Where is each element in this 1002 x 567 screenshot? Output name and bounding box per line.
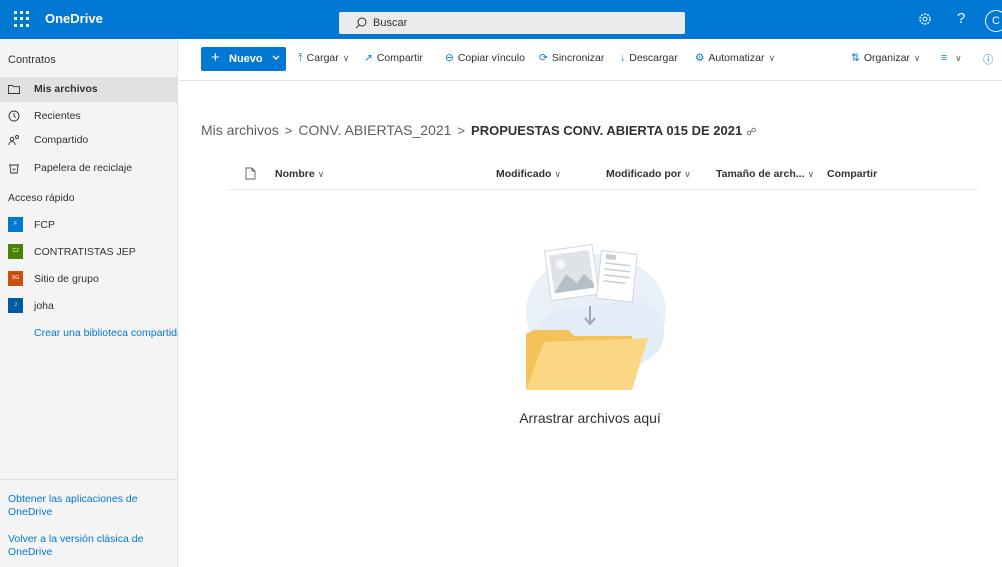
nav-item-my-files[interactable]: Mis archivos: [0, 77, 178, 102]
view-options-button[interactable]: ≡ ∨: [941, 52, 962, 64]
quick-access-item-sitio-grupo[interactable]: SG Sitio de grupo: [0, 268, 178, 290]
site-logo: J: [8, 298, 23, 313]
sync-button[interactable]: ⟳ Sincronizar: [539, 52, 604, 64]
shared-people-icon[interactable]: ☍: [746, 127, 756, 138]
column-header-sharing[interactable]: Compartir: [827, 168, 877, 180]
column-sharing-label: Compartir: [827, 168, 878, 180]
share-label: Compartir: [376, 52, 423, 64]
sync-icon: ⟳: [539, 52, 548, 64]
chevron-right-icon: >: [457, 123, 466, 138]
breadcrumb-item[interactable]: CONV. ABIERTAS_2021: [298, 122, 451, 138]
nav-item-recent[interactable]: Recientes: [0, 104, 178, 129]
info-button[interactable]: ⓘ: [983, 52, 998, 67]
quick-access-item-fcp[interactable]: F FCP: [0, 214, 178, 236]
flow-icon: ⚙: [695, 52, 705, 64]
app-name[interactable]: OneDrive: [45, 11, 103, 26]
nav-item-label: Recientes: [34, 110, 81, 122]
recycle-bin-icon: [9, 164, 19, 174]
command-bar: + Nuevo ⤒ Cargar ∨ ↗ Compartir ⊖ Copiar vínc…: [179, 39, 1002, 81]
nav-title: Contratos: [8, 54, 56, 66]
quick-access-label: joha: [34, 300, 54, 312]
column-size-label: Tamaño de arch...: [716, 168, 805, 180]
nav-item-recycle-bin[interactable]: Papelera de reciclaje: [0, 156, 178, 181]
column-name-label: Nombre: [275, 168, 315, 180]
avatar[interactable]: C: [985, 10, 1002, 32]
quick-access-item-contratistas[interactable]: CJ CONTRATISTAS JEP: [0, 241, 178, 263]
link-icon: ⊖: [445, 52, 454, 64]
breadcrumb-current: PROPUESTAS CONV. ABIERTA 015 DE 2021: [471, 123, 743, 138]
chevron-down-icon: ∨: [768, 53, 776, 63]
quick-access-label: CONTRATISTAS JEP: [34, 246, 136, 258]
copy-link-label: Copiar vínculo: [457, 52, 525, 64]
upload-button[interactable]: ⤒ Cargar ∨: [298, 52, 349, 65]
automate-label: Automatizar: [708, 52, 765, 64]
help-icon[interactable]: ?: [957, 10, 965, 27]
site-logo: SG: [8, 271, 23, 286]
download-icon: ↓: [620, 52, 626, 64]
clock-icon: [8, 110, 20, 122]
info-icon: ⓘ: [983, 54, 994, 66]
chevron-down-icon: ∨: [807, 169, 815, 179]
new-button-label: Nuevo: [229, 53, 263, 65]
column-modified-by-label: Modificado por: [606, 168, 682, 180]
chevron-down-icon: [272, 55, 280, 60]
people-icon: [8, 135, 19, 146]
nav-item-shared[interactable]: Compartido: [0, 128, 178, 153]
share-icon: ↗: [364, 52, 373, 64]
empty-folder-illustration: [526, 243, 666, 390]
gear-icon[interactable]: [918, 12, 932, 26]
share-button[interactable]: ↗ Compartir: [364, 52, 423, 64]
column-header-size[interactable]: Tamaño de arch... ∨: [716, 168, 814, 180]
chevron-right-icon: >: [284, 123, 293, 138]
upload-label: Cargar: [306, 52, 339, 64]
site-logo: CJ: [8, 244, 23, 259]
sort-button[interactable]: ⇅ Organizar ∨: [851, 52, 921, 64]
automate-button[interactable]: ⚙ Automatizar ∨: [695, 52, 775, 64]
view-list-icon: ≡: [941, 52, 948, 64]
copy-link-button[interactable]: ⊖ Copiar vínculo: [445, 52, 525, 64]
chevron-down-icon: ∨: [913, 53, 921, 63]
search-icon: [355, 17, 367, 29]
sort-label: Organizar: [863, 52, 910, 64]
nav-item-label: Compartido: [34, 134, 89, 146]
quick-access-title: Acceso rápido: [8, 192, 75, 204]
column-header-modified-by[interactable]: Modificado por ∨: [606, 168, 691, 180]
header-divider: [228, 189, 979, 190]
column-header-modified[interactable]: Modificado ∨: [496, 168, 561, 180]
breadcrumb-item[interactable]: Mis archivos: [201, 122, 279, 138]
upload-icon: ⤒: [298, 52, 303, 64]
empty-state-message: Arrastrar archivos aquí: [519, 410, 661, 426]
top-bar: OneDrive Buscar ? C: [0, 0, 1002, 39]
chevron-down-icon: ∨: [342, 53, 350, 63]
column-header-name[interactable]: Nombre ∨: [275, 168, 324, 180]
search-input[interactable]: Buscar: [339, 12, 685, 34]
site-logo: F: [8, 217, 23, 232]
chevron-down-icon: ∨: [554, 169, 562, 179]
get-apps-link[interactable]: Obtener las aplicaciones de OneDrive: [8, 493, 173, 519]
classic-version-link[interactable]: Volver a la versión clásica de OneDrive: [8, 533, 173, 559]
quick-access-label: Sitio de grupo: [34, 273, 99, 285]
quick-access-label: FCP: [34, 219, 55, 231]
search-placeholder: Buscar: [373, 17, 408, 29]
left-navigation: Contratos Mis archivos Recientes Compart…: [0, 39, 178, 567]
quick-access-item-joha[interactable]: J joha: [0, 295, 178, 317]
file-type-icon[interactable]: [245, 167, 256, 180]
chevron-down-icon: ∨: [955, 53, 962, 63]
sync-label: Sincronizar: [551, 52, 605, 64]
nav-item-label: Mis archivos: [34, 83, 98, 95]
folder-icon: [8, 85, 20, 94]
download-button[interactable]: ↓ Descargar: [620, 52, 678, 64]
create-shared-library-link[interactable]: Crear una biblioteca compartida: [34, 327, 178, 339]
plus-icon: +: [211, 49, 220, 66]
new-button[interactable]: + Nuevo: [201, 47, 286, 71]
breadcrumb: Mis archivos > CONV. ABIERTAS_2021 > PROPUES…: [201, 122, 756, 138]
download-label: Descargar: [629, 52, 678, 64]
app-launcher-icon[interactable]: [14, 11, 30, 27]
sort-icon: ⇅: [851, 52, 860, 64]
footer-divider: [0, 479, 178, 480]
nav-item-label: Papelera de reciclaje: [34, 162, 133, 174]
chevron-down-icon: ∨: [317, 169, 325, 179]
column-modified-label: Modificado: [496, 168, 552, 180]
chevron-down-icon: ∨: [684, 169, 691, 179]
